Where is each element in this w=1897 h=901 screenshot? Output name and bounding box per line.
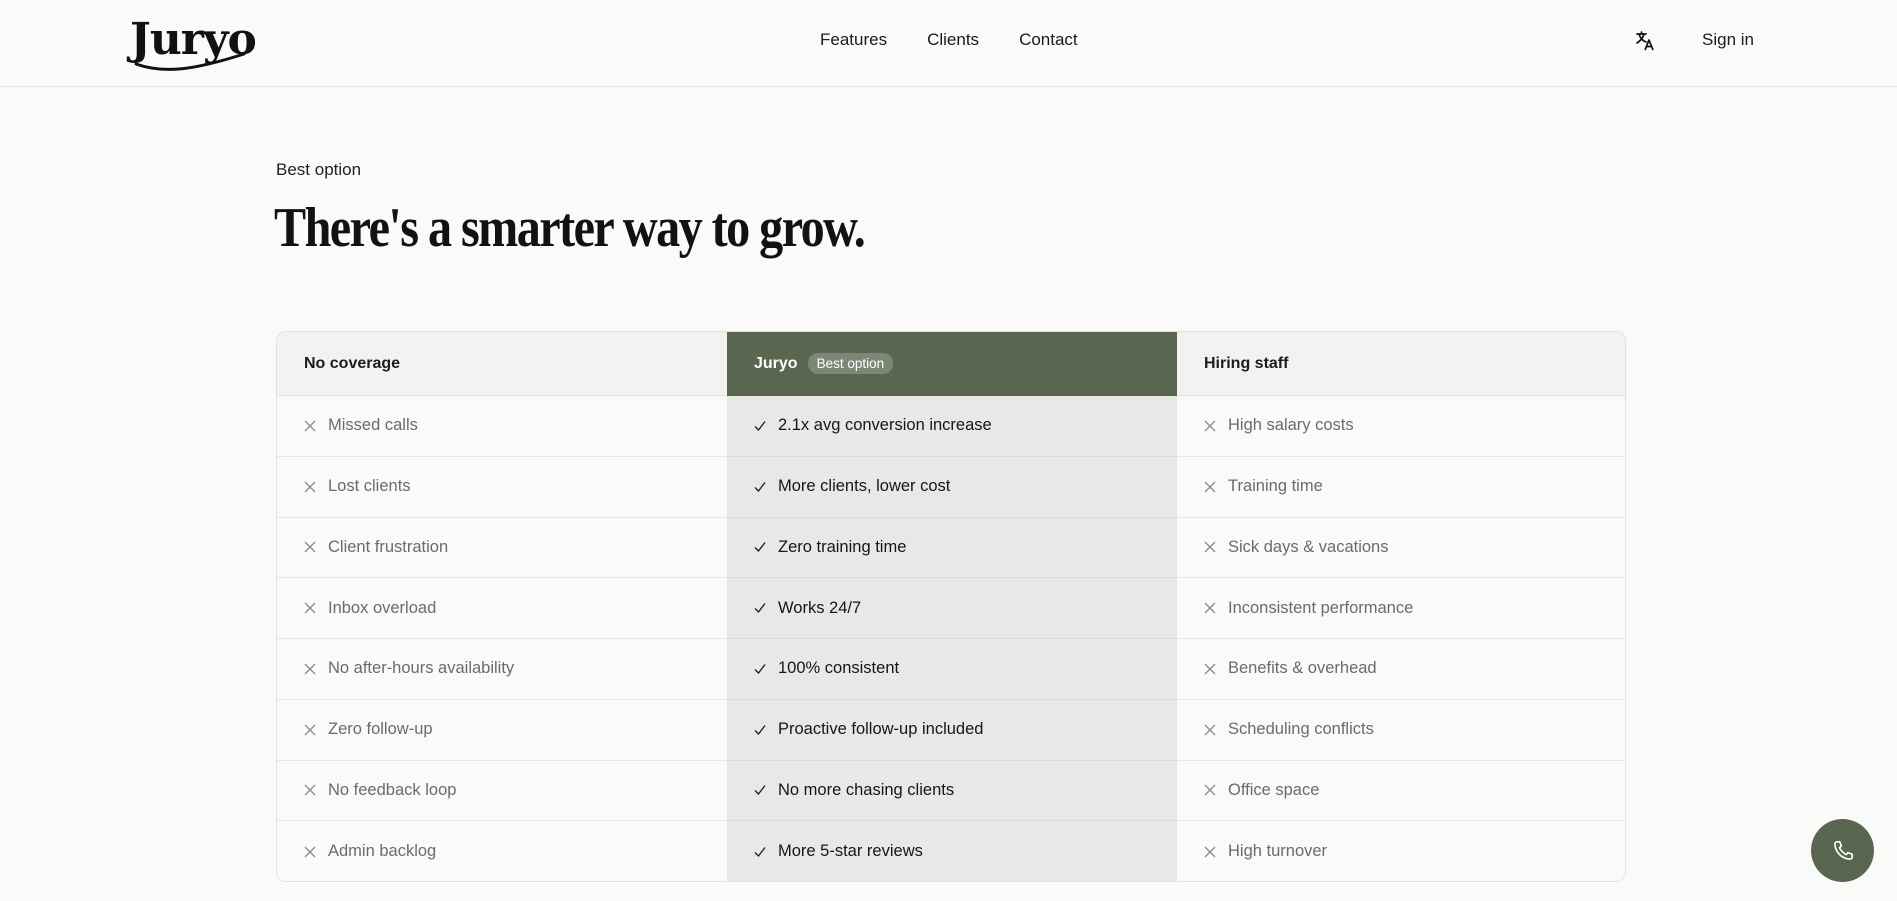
nav-features[interactable]: Features [820,30,887,50]
translate-icon[interactable] [1635,30,1655,52]
comparison-table: No coverage Missed calls Lost clients Cl… [276,331,1626,882]
table-row: Inbox overload [277,578,727,639]
row-label: Office space [1228,780,1320,799]
section-eyebrow: Best option [276,160,362,179]
check-icon [754,663,766,674]
table-row: Lost clients [277,457,727,518]
column-header: Juryo Best option [727,332,1177,396]
x-icon [304,846,316,858]
x-icon [1204,420,1216,432]
table-row: No after-hours availability [277,639,727,700]
row-label: Benefits & overhead [1228,659,1377,678]
row-label: High turnover [1228,842,1328,861]
row-label: More 5-star reviews [778,842,923,861]
row-label: Proactive follow-up included [778,720,984,739]
table-row: Scheduling conflicts [1177,700,1625,761]
row-label: Missed calls [328,416,418,435]
check-icon [754,481,766,492]
x-icon [304,420,316,432]
row-label: Inconsistent performance [1228,598,1414,617]
check-icon [754,785,766,796]
table-row: High salary costs [1177,396,1625,457]
column-header-label: Hiring staff [1204,354,1289,372]
row-label: Admin backlog [328,842,437,861]
column-hiring-staff: Hiring staff High salary costs Training … [1177,332,1625,881]
row-label: Works 24/7 [778,598,862,617]
table-row: Admin backlog [277,821,727,881]
row-label: No more chasing clients [778,780,955,799]
table-row: Office space [1177,761,1625,822]
column-juryo: Juryo Best option 2.1x avg conversion in… [727,332,1177,881]
row-label: 2.1x avg conversion increase [778,416,992,435]
column-no-coverage: No coverage Missed calls Lost clients Cl… [277,332,727,881]
x-icon [304,663,316,675]
check-icon [754,846,766,857]
x-icon [304,784,316,796]
x-icon [1204,481,1216,493]
row-label: Lost clients [328,477,411,496]
nav-contact[interactable]: Contact [1019,30,1078,50]
x-icon [1204,663,1216,675]
table-row: Missed calls [277,396,727,457]
table-row: Inconsistent performance [1177,578,1625,639]
table-row: Benefits & overhead [1177,639,1625,700]
row-label: No after-hours availability [328,659,515,678]
row-label: High salary costs [1228,416,1354,435]
best-option-badge: Best option [807,353,894,374]
table-row: 2.1x avg conversion increase [727,396,1177,457]
table-row: Works 24/7 [727,578,1177,639]
table-row: Zero training time [727,518,1177,579]
x-icon [304,481,316,493]
x-icon [1204,846,1216,858]
table-row: Client frustration [277,518,727,579]
x-icon [304,602,316,614]
logo-swoosh-icon [134,52,246,71]
table-row: More clients, lower cost [727,457,1177,518]
check-icon [754,603,766,614]
column-header: No coverage [277,332,727,396]
row-label: More clients, lower cost [778,477,951,496]
top-navigation: Juryo Features Clients Contact Sign in [0,0,1897,87]
table-row: Training time [1177,457,1625,518]
table-row: Zero follow-up [277,700,727,761]
row-label: 100% consistent [778,659,900,678]
check-icon [754,420,766,431]
row-label: Inbox overload [328,598,437,617]
x-icon [1204,784,1216,796]
check-icon [754,724,766,735]
row-label: Training time [1228,477,1323,496]
column-header: Hiring staff [1177,332,1625,396]
row-label: No feedback loop [328,780,457,799]
table-row: High turnover [1177,821,1625,881]
nav-clients[interactable]: Clients [927,30,979,50]
row-label: Zero training time [778,537,907,556]
table-row: More 5-star reviews [727,821,1177,881]
x-icon [1204,724,1216,736]
column-header-label: Juryo [754,354,798,372]
table-row: No feedback loop [277,761,727,822]
table-row: Sick days & vacations [1177,518,1625,579]
table-row: Proactive follow-up included [727,700,1177,761]
row-label: Zero follow-up [328,720,433,739]
x-icon [1204,602,1216,614]
check-icon [754,542,766,553]
section-title: There's a smarter way to grow. [274,197,866,259]
row-label: Client frustration [328,537,449,556]
phone-icon [1833,840,1853,860]
main-nav: Features Clients Contact [820,30,1078,50]
x-icon [1204,541,1216,553]
call-button[interactable] [1811,819,1874,882]
row-label: Scheduling conflicts [1228,720,1374,739]
x-icon [304,541,316,553]
row-label: Sick days & vacations [1228,537,1389,556]
sign-in-link[interactable]: Sign in [1702,30,1754,50]
column-header-label: No coverage [304,354,401,372]
table-row: No more chasing clients [727,761,1177,822]
x-icon [304,724,316,736]
table-row: 100% consistent [727,639,1177,700]
